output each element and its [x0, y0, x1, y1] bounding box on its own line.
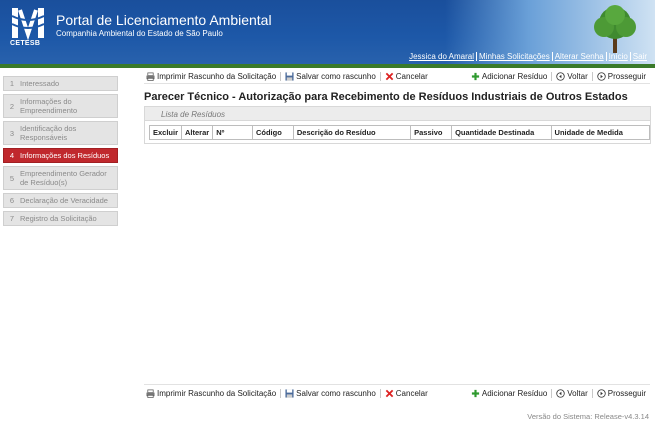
- step-veracidade[interactable]: 6 Declaração de Veracidade: [3, 193, 118, 208]
- my-requests-link[interactable]: Minhas Solicitações: [476, 52, 552, 61]
- back-button[interactable]: Voltar: [552, 72, 591, 81]
- printer-icon: [146, 389, 155, 398]
- step-label: Empreendimento Gerador de Resíduo(s): [20, 169, 107, 187]
- step-label: Informações do Empreendimento: [20, 97, 78, 115]
- step-number: 6: [9, 196, 15, 205]
- back-button-bottom[interactable]: Voltar: [552, 389, 591, 398]
- system-version: Versão do Sistema: Release-v4.3.14: [527, 412, 649, 421]
- step-label: Informações dos Resíduos: [20, 151, 110, 160]
- step-gerador[interactable]: 5 Empreendimento Gerador de Resíduo(s): [3, 166, 118, 190]
- step-number: 7: [9, 214, 15, 223]
- back-label: Voltar: [567, 389, 588, 398]
- residues-table: Excluir Alterar Nº Código Descrição do R…: [148, 125, 651, 140]
- col-passivo: Passivo: [410, 125, 453, 140]
- add-residue-label: Adicionar Resíduo: [481, 72, 548, 81]
- col-excluir: Excluir: [148, 125, 183, 140]
- col-numero: Nº: [212, 125, 253, 140]
- col-unidade: Unidade de Medida: [550, 125, 651, 140]
- back-circle-icon: [556, 389, 565, 398]
- proceed-label: Prosseguir: [607, 72, 646, 81]
- col-descricao: Descrição do Resíduo: [292, 125, 412, 140]
- user-links: Jessica do Amaral Minhas Solicitações Al…: [407, 52, 649, 61]
- top-toolbar: Imprimir Rascunho da Solicitação Salvar …: [144, 70, 650, 84]
- cancel-button[interactable]: Cancelar: [381, 72, 432, 81]
- step-label: Identificação dos Responsáveis: [20, 124, 77, 142]
- save-draft-label: Salvar como rascunho: [296, 72, 376, 81]
- step-registro[interactable]: 7 Registro da Solicitação: [3, 211, 118, 226]
- step-number: 5: [9, 173, 15, 183]
- add-residue-label: Adicionar Resíduo: [481, 389, 548, 398]
- green-plus-icon: [471, 389, 480, 398]
- col-codigo: Código: [251, 125, 294, 140]
- home-link[interactable]: Início: [605, 52, 630, 61]
- panel-title: Lista de Resíduos: [145, 107, 650, 121]
- step-number: 2: [9, 101, 15, 111]
- print-draft-label: Imprimir Rascunho da Solicitação: [157, 389, 277, 398]
- logo-text: CETESB: [10, 40, 41, 47]
- proceed-button-bottom[interactable]: Prosseguir: [593, 389, 650, 398]
- step-responsaveis[interactable]: 3 Identificação dos Responsáveis: [3, 121, 118, 145]
- back-label: Voltar: [567, 72, 588, 81]
- cancel-button-bottom[interactable]: Cancelar: [381, 389, 432, 398]
- print-draft-button[interactable]: Imprimir Rascunho da Solicitação: [144, 72, 280, 81]
- logout-link[interactable]: Sair: [629, 52, 649, 61]
- print-draft-button-bottom[interactable]: Imprimir Rascunho da Solicitação: [144, 389, 280, 398]
- step-residuos[interactable]: 4 Informações dos Resíduos: [3, 148, 118, 163]
- save-draft-button-bottom[interactable]: Salvar como rascunho: [281, 389, 380, 398]
- step-interessado[interactable]: 1 Interessado: [3, 76, 118, 91]
- red-x-icon: [385, 389, 394, 398]
- step-number: 3: [9, 128, 15, 138]
- floppy-disk-icon: [285, 389, 294, 398]
- add-residue-button[interactable]: Adicionar Resíduo: [467, 72, 551, 81]
- printer-icon: [146, 72, 155, 81]
- step-empreendimento[interactable]: 2 Informações do Empreendimento: [3, 94, 118, 118]
- user-name-link[interactable]: Jessica do Amaral: [407, 52, 476, 61]
- print-draft-label: Imprimir Rascunho da Solicitação: [157, 72, 277, 81]
- proceed-label: Prosseguir: [607, 389, 646, 398]
- page-title: Parecer Técnico - Autorização para Receb…: [144, 91, 628, 103]
- bottom-toolbar: Imprimir Rascunho da Solicitação Salvar …: [144, 384, 650, 400]
- user-bar: Jessica do Amaral Minhas Solicitações Al…: [0, 50, 655, 64]
- red-x-icon: [385, 72, 394, 81]
- proceed-button[interactable]: Prosseguir: [593, 72, 650, 81]
- change-password-link[interactable]: Alterar Senha: [551, 52, 606, 61]
- residues-panel: Lista de Resíduos Excluir Alterar Nº Cód…: [144, 106, 651, 144]
- forward-circle-icon: [597, 389, 606, 398]
- cancel-label: Cancelar: [395, 72, 428, 81]
- step-number: 1: [9, 79, 15, 88]
- step-label: Declaração de Veracidade: [20, 196, 108, 205]
- floppy-disk-icon: [285, 72, 294, 81]
- back-circle-icon: [556, 72, 565, 81]
- green-plus-icon: [471, 72, 480, 81]
- col-alterar: Alterar: [181, 125, 214, 140]
- steps-sidebar: 1 Interessado 2 Informações do Empreendi…: [3, 76, 118, 229]
- add-residue-button-bottom[interactable]: Adicionar Resíduo: [467, 389, 551, 398]
- save-draft-label: Salvar como rascunho: [296, 389, 376, 398]
- step-number: 4: [9, 151, 15, 160]
- table-header-row: Excluir Alterar Nº Código Descrição do R…: [148, 125, 651, 140]
- col-quantidade: Quantidade Destinada: [451, 125, 552, 140]
- cancel-label: Cancelar: [395, 389, 428, 398]
- header-divider: [0, 64, 655, 68]
- forward-circle-icon: [597, 72, 606, 81]
- step-label: Registro da Solicitação: [20, 214, 97, 223]
- step-label: Interessado: [20, 79, 60, 88]
- portal-subtitle: Companhia Ambiental do Estado de São Pau…: [56, 29, 223, 38]
- tree-icon: [594, 5, 636, 53]
- header-banner: CETESB Portal de Licenciamento Ambiental…: [0, 0, 655, 68]
- save-draft-button[interactable]: Salvar como rascunho: [281, 72, 380, 81]
- portal-title: Portal de Licenciamento Ambiental: [56, 12, 272, 28]
